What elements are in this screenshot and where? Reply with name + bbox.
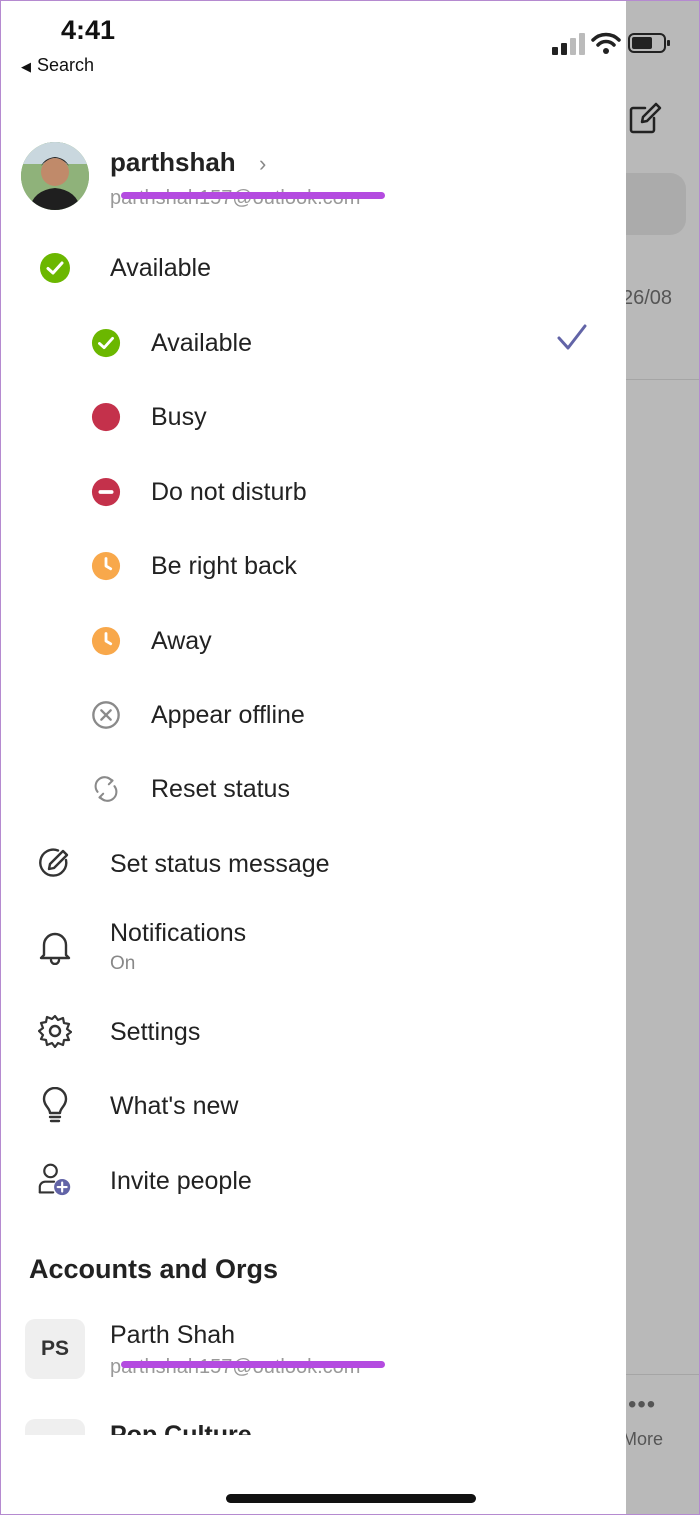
available-icon xyxy=(38,251,72,285)
status-option-label: Do not disturb xyxy=(151,478,307,506)
status-option-do-not-disturb[interactable]: Do not disturb xyxy=(1,462,626,522)
status-option-label: Away xyxy=(151,627,212,655)
available-icon xyxy=(89,326,123,360)
app-frame: 26/08 ••• More 4:41 ◀ Search parthshah ›… xyxy=(0,0,700,1515)
compose-icon[interactable] xyxy=(628,101,662,135)
whats-new-label: What's new xyxy=(110,1092,239,1120)
status-option-label: Reset status xyxy=(151,775,290,803)
notifications-item[interactable]: Notifications On xyxy=(1,906,626,986)
lightbulb-icon xyxy=(38,1087,72,1123)
set-status-message-label: Set status message xyxy=(110,850,330,878)
status-option-appear-offline[interactable]: Appear offline xyxy=(1,685,626,745)
invite-people-label: Invite people xyxy=(110,1167,252,1195)
divider xyxy=(626,1374,699,1375)
dimmed-main-screen[interactable]: 26/08 ••• More xyxy=(626,1,699,1514)
account-badge[interactable] xyxy=(25,1419,85,1435)
status-option-away[interactable]: Away xyxy=(1,611,626,671)
status-option-busy[interactable]: Busy xyxy=(1,387,626,447)
notifications-value: On xyxy=(110,953,136,974)
do-not-disturb-icon xyxy=(89,475,123,509)
battery-icon xyxy=(628,33,670,53)
more-icon[interactable]: ••• xyxy=(628,1391,656,1419)
gear-icon xyxy=(38,1014,72,1048)
avatar-photo xyxy=(21,142,89,210)
back-arrow-icon: ◀ xyxy=(21,59,31,74)
status-option-label: Appear offline xyxy=(151,701,305,729)
reset-icon xyxy=(89,772,123,806)
be-right-back-icon xyxy=(89,549,123,583)
divider xyxy=(626,379,699,380)
notifications-label: Notifications xyxy=(110,919,247,947)
cellular-signal-icon xyxy=(552,33,585,55)
redaction-mark xyxy=(121,1361,385,1368)
search-bar[interactable] xyxy=(626,173,686,235)
back-label: Search xyxy=(37,55,95,75)
whats-new-item[interactable]: What's new xyxy=(1,1076,626,1136)
current-status-row[interactable]: Available xyxy=(1,238,626,298)
chat-date: 26/08 xyxy=(626,287,673,309)
profile-drawer: 4:41 ◀Search parthshah › parthshah xyxy=(1,1,626,1514)
settings-item[interactable]: Settings xyxy=(1,1002,626,1062)
account-name[interactable]: Parth Shah xyxy=(110,1321,235,1350)
checkmark-icon xyxy=(557,324,587,350)
settings-label: Settings xyxy=(110,1018,201,1046)
back-to-search-link[interactable]: ◀ Search xyxy=(21,55,94,76)
account-name-text: Pop Culture xyxy=(110,1421,252,1435)
account-name[interactable]: Pop Culture xyxy=(110,1421,410,1435)
current-status-label: Available xyxy=(110,254,212,282)
profile-name[interactable]: parthshah xyxy=(110,147,236,178)
status-option-label: Available xyxy=(151,329,253,357)
avatar[interactable] xyxy=(21,142,89,210)
redaction-mark xyxy=(121,192,385,199)
offline-icon xyxy=(89,698,123,732)
status-option-label: Busy xyxy=(151,403,207,431)
chevron-right-icon[interactable]: › xyxy=(259,151,266,177)
status-bar-time: 4:41 xyxy=(61,15,116,45)
away-icon xyxy=(89,624,123,658)
busy-icon xyxy=(89,400,123,434)
wifi-icon xyxy=(591,32,621,54)
invite-people-item[interactable]: Invite people xyxy=(1,1151,626,1211)
bell-icon xyxy=(38,930,72,965)
accounts-section-title: Accounts and Orgs xyxy=(29,1254,279,1284)
home-indicator[interactable] xyxy=(226,1494,476,1503)
status-option-available[interactable]: Available xyxy=(1,313,626,373)
add-person-icon xyxy=(38,1162,72,1196)
set-status-message-item[interactable]: Set status message xyxy=(1,834,626,894)
edit-status-icon xyxy=(38,846,72,880)
status-option-reset[interactable]: Reset status xyxy=(1,759,626,819)
account-initials-badge[interactable]: PS xyxy=(25,1319,85,1379)
more-tab-label[interactable]: More xyxy=(626,1429,663,1450)
status-option-label: Be right back xyxy=(151,552,297,580)
status-option-be-right-back[interactable]: Be right back xyxy=(1,536,626,596)
